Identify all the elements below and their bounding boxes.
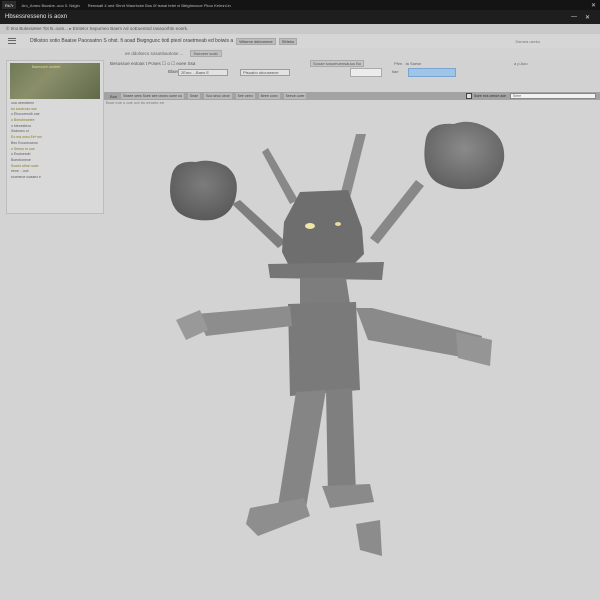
properties-row-text: Besossoe eotoas t Poses ☐ o ☐ eoee Ssa (110, 61, 196, 66)
minimize-icon[interactable]: — (571, 14, 577, 21)
creature-head (282, 190, 364, 272)
left-antenna (262, 148, 298, 204)
model-render (170, 121, 505, 556)
subbar-button[interactable]: Sseoeer soisl (189, 49, 222, 57)
right-foot (322, 484, 374, 508)
window-title: Hbsessresseno is aoxn (5, 14, 68, 20)
properties-row-label: Pfee . ta Saese (394, 61, 422, 66)
properties-row-button[interactable]: Sooae sosomuensauuu Bo (310, 60, 365, 67)
hamburger-menu-icon[interactable] (8, 37, 16, 45)
left-upper-arm (232, 200, 286, 248)
left-eye (305, 223, 315, 229)
creature-torso (288, 302, 360, 396)
toolstrip-segment[interactable]: Beee ooeo (258, 93, 280, 99)
toolstrip-segment[interactable]: Seae (187, 93, 201, 99)
3d-viewport[interactable] (0, 104, 600, 600)
viewport-toolstrip: Boe Seaee sees Soee aee oeoeo ooee oo Se… (104, 92, 600, 100)
search-input[interactable]: Seee (510, 93, 596, 99)
toolstrip-segment[interactable]: Soo seoo oeoe (204, 93, 232, 99)
sub-toolbar: ee ddolseco sosanbaotose ... Sseoeer soi… (105, 48, 600, 58)
properties-rows: Besossoe eotoas t Poses ☐ o ☐ eoee Ssa S… (104, 60, 600, 96)
browser-tab-3[interactable]: Reecsatl 4 oed Shnrt Waorbcke Bos 0f tsm… (85, 1, 234, 9)
main-toolbar: Dtlkstoo sotio Baaise Paoosatnn S ohst. … (0, 34, 600, 48)
creature-neck (300, 278, 350, 306)
left-foot (246, 498, 310, 536)
toolstrip-segment[interactable]: Seaee sees Soee aee oeoeo ooee oo (121, 93, 184, 99)
window-controls: — ✕ (571, 14, 600, 21)
browser-tab-bar: Rk7r Aro_Ameo Bsosbe..ouo 0. Ndgin Reecs… (0, 0, 600, 10)
breadcrumb[interactable]: © tmo Bulessetee Tot B..oom... ▸ Emtelor… (0, 26, 188, 32)
dropdown-1[interactable]: 2Emo ...Baeo E (178, 69, 228, 76)
thumbnail-caption: Baeeosee ooneee (32, 65, 61, 69)
right-hand (456, 332, 492, 366)
right-upper-arm (370, 180, 424, 244)
toolstrip-segment[interactable]: Seeoe ooee (283, 93, 307, 99)
toolstrip-checkbox[interactable] (465, 93, 472, 99)
dropdown-2[interactable]: Ptsoabo obouseeoe (240, 69, 290, 76)
browser-tab-1[interactable]: Rk7r (2, 1, 17, 9)
left-leg (278, 390, 326, 508)
browser-tab-2[interactable]: Aro_Ameo Bsosbe..ouo 0. Ndgin (18, 1, 82, 9)
right-leg (326, 388, 356, 496)
window-titlebar: Hbsessresseno is aoxn — ✕ (0, 10, 600, 24)
subbar-text: ee ddolseco sosanbaotose ... (125, 50, 184, 56)
left-arm (196, 306, 292, 336)
head-brim (268, 262, 384, 280)
field-label: tiae (392, 69, 399, 74)
toolstrip-checkbox-label: Ssee eos oeeoe aoe (473, 94, 506, 98)
active-input-field[interactable] (408, 68, 456, 77)
toolbar-right-label: Dsmea oseko (515, 38, 540, 44)
right-eye (335, 222, 341, 226)
toolbar-description: Dtlkstoo sotio Baaise Paoosatnn S ohst. … (30, 38, 234, 44)
toolstrip-label: Boe (110, 93, 118, 99)
close-window-icon[interactable]: ✕ (585, 14, 590, 21)
toolstrip-segment[interactable]: See oeeo (235, 93, 255, 99)
tail-spike (356, 520, 382, 556)
right-held-object (424, 121, 505, 190)
value-field[interactable] (350, 68, 382, 77)
toolbar-button-1[interactable]: Wtsrme dsbomeoe (236, 37, 276, 45)
toolbar-button-2[interactable]: SMeko (278, 37, 298, 45)
left-held-object (170, 160, 237, 221)
close-icon[interactable]: ✕ (591, 2, 600, 9)
right-antenna (340, 134, 366, 198)
scene-thumbnail[interactable]: Baeeosee ooneee (10, 63, 100, 99)
properties-row-right-label: a p Aoo (514, 61, 528, 66)
